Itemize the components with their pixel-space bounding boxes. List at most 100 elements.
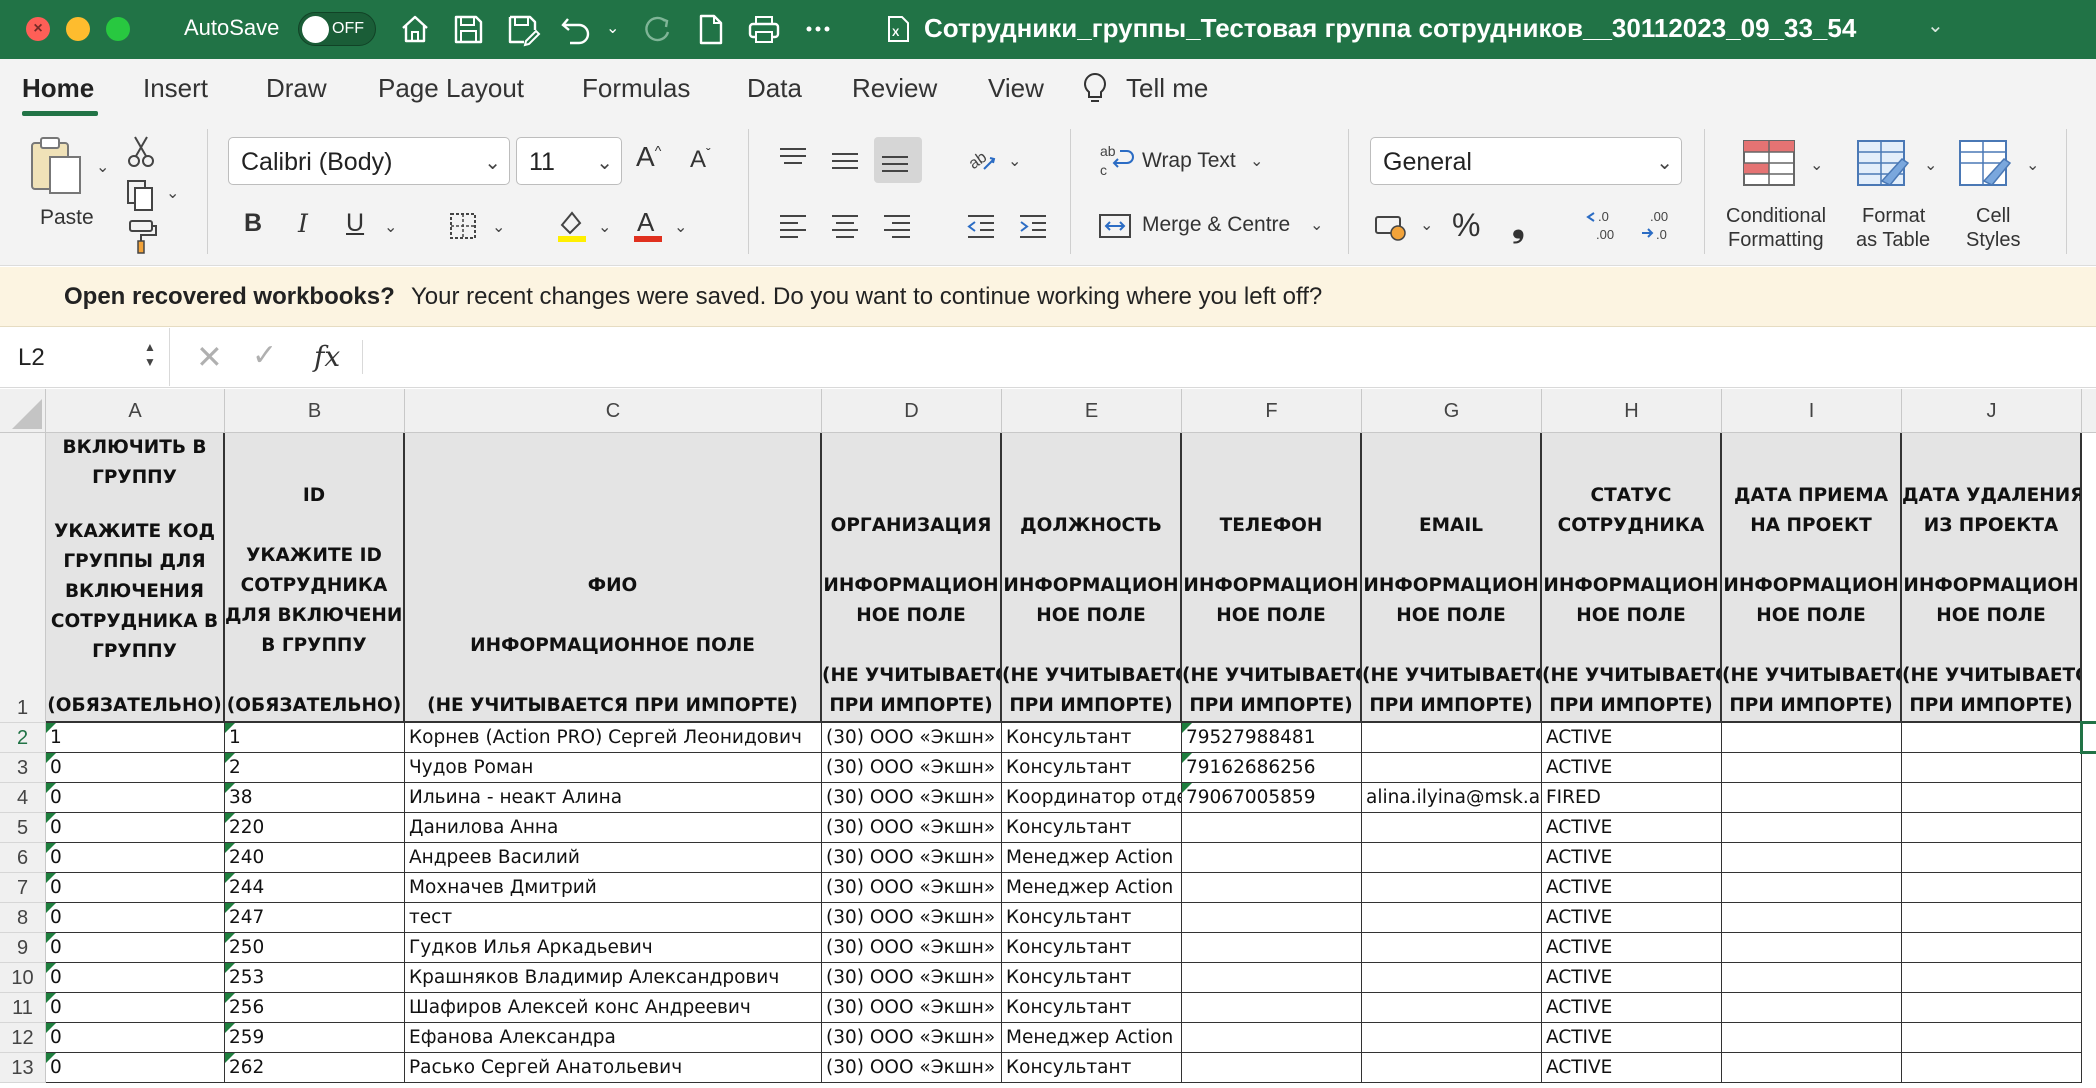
orientation-icon[interactable]: ab: [960, 139, 1002, 181]
cell-d12[interactable]: (30) ООО «Экшн»: [822, 1023, 1002, 1053]
cell-d3[interactable]: (30) ООО «Экшн»: [822, 753, 1002, 783]
tab-insert[interactable]: Insert: [143, 73, 208, 104]
save-as-icon[interactable]: [502, 10, 542, 48]
increase-decimal-icon[interactable]: .0.00: [1582, 205, 1624, 247]
close-window-button[interactable]: ×: [26, 17, 50, 41]
cell-e6[interactable]: Менеджер Action: [1002, 843, 1182, 873]
cell-c12[interactable]: Ефанова Александра: [405, 1023, 822, 1053]
fill-color-icon[interactable]: [550, 203, 592, 245]
paste-icon[interactable]: [26, 135, 90, 197]
format-as-table-label-2[interactable]: as Table: [1856, 229, 1930, 252]
cell-j10[interactable]: [1902, 963, 2082, 993]
tab-home[interactable]: Home: [22, 73, 94, 104]
header-cell-g[interactable]: EMAIL ИНФОРМАЦИОН НОЕ ПОЛЕ (НЕ УЧИТЫВАЕТСЯ П…: [1362, 433, 1542, 723]
header-cell-c[interactable]: ФИО ИНФОРМАЦИОННОЕ ПОЛЕ (НЕ УЧИТЫВАЕТСЯ ПР…: [405, 433, 822, 723]
cell-g7[interactable]: [1362, 873, 1542, 903]
cell-a3[interactable]: 0: [46, 753, 225, 783]
cell-g3[interactable]: [1362, 753, 1542, 783]
cell-f13[interactable]: [1182, 1053, 1362, 1083]
cell-c6[interactable]: Андреев Василий: [405, 843, 822, 873]
cell-g12[interactable]: [1362, 1023, 1542, 1053]
italic-button[interactable]: I: [298, 209, 308, 238]
autosave-toggle[interactable]: OFF: [298, 12, 376, 46]
cell-c8[interactable]: тест: [405, 903, 822, 933]
cell-b7[interactable]: 244: [225, 873, 405, 903]
cell-e10[interactable]: Консультант: [1002, 963, 1182, 993]
cell-g13[interactable]: [1362, 1053, 1542, 1083]
undo-chevron-down-icon[interactable]: ⌄: [606, 18, 619, 38]
orientation-chevron-down-icon[interactable]: ⌄: [1008, 151, 1021, 171]
header-cell-f[interactable]: ТЕЛЕФОН ИНФОРМАЦИОН НОЕ ПОЛЕ (НЕ УЧИТЫВАЕТС…: [1182, 433, 1362, 723]
home-icon[interactable]: [395, 10, 435, 48]
conditional-formatting-icon[interactable]: [1740, 137, 1798, 189]
print-icon[interactable]: [744, 10, 784, 48]
wrap-text-button[interactable]: Wrap Text: [1142, 149, 1236, 173]
document-title[interactable]: Сотрудники_группы_Тестовая группа сотруд…: [924, 13, 1856, 44]
paste-chevron-down-icon[interactable]: ⌄: [96, 157, 109, 177]
tab-view[interactable]: View: [988, 73, 1044, 104]
cell-g2[interactable]: [1362, 723, 1542, 753]
cell-f12[interactable]: [1182, 1023, 1362, 1053]
select-all-corner[interactable]: [0, 389, 46, 433]
header-cell-b[interactable]: ID УКАЖИТЕ ID СОТРУДНИКА ДЛЯ ВКЛЮЧЕНИЯ В ГРУ…: [225, 433, 405, 723]
cell-h6[interactable]: ACTIVE: [1542, 843, 1722, 873]
header-cell-e[interactable]: ДОЛЖНОСТЬ ИНФОРМАЦИОН НОЕ ПОЛЕ (НЕ УЧИТЫВАЕ…: [1002, 433, 1182, 723]
cell-d6[interactable]: (30) ООО «Экшн»: [822, 843, 1002, 873]
align-top-icon[interactable]: [772, 139, 814, 181]
cell-g10[interactable]: [1362, 963, 1542, 993]
cell-a7[interactable]: 0: [46, 873, 225, 903]
cell-h8[interactable]: ACTIVE: [1542, 903, 1722, 933]
column-header-j[interactable]: J: [1902, 389, 2082, 433]
cell-i4[interactable]: [1722, 783, 1902, 813]
cell-a11[interactable]: 0: [46, 993, 225, 1023]
redo-icon[interactable]: [637, 10, 677, 48]
tab-tell-me[interactable]: Tell me: [1126, 73, 1208, 104]
cell-g8[interactable]: [1362, 903, 1542, 933]
cell-b12[interactable]: 259: [225, 1023, 405, 1053]
cell-e12[interactable]: Менеджер Action: [1002, 1023, 1182, 1053]
decrease-font-size-icon[interactable]: Aˇ: [690, 145, 711, 174]
cell-j2[interactable]: [1902, 723, 2082, 753]
merge-centre-icon[interactable]: [1094, 205, 1136, 247]
cell-h13[interactable]: ACTIVE: [1542, 1053, 1722, 1083]
cell-h7[interactable]: ACTIVE: [1542, 873, 1722, 903]
row-header-10[interactable]: 10: [0, 963, 46, 993]
header-cell-h[interactable]: СТАТУС СОТРУДНИКА ИНФОРМАЦИОН НОЕ ПОЛЕ (НЕ У…: [1542, 433, 1722, 723]
increase-font-size-icon[interactable]: A^: [636, 141, 661, 173]
cell-a12[interactable]: 0: [46, 1023, 225, 1053]
conditional-formatting-label-2[interactable]: Formatting: [1728, 229, 1824, 252]
confirm-entry-icon[interactable]: ✓: [252, 338, 277, 373]
cell-a13[interactable]: 0: [46, 1053, 225, 1083]
row-header-2[interactable]: 2: [0, 723, 46, 753]
cell-e9[interactable]: Консультант: [1002, 933, 1182, 963]
font-color-icon[interactable]: A: [626, 203, 668, 245]
wrap-text-icon[interactable]: ab c: [1094, 139, 1136, 181]
row-header-3[interactable]: 3: [0, 753, 46, 783]
cell-d9[interactable]: (30) ООО «Экшн»: [822, 933, 1002, 963]
bold-button[interactable]: B: [244, 209, 262, 238]
cell-i10[interactable]: [1722, 963, 1902, 993]
cell-c3[interactable]: Чудов Роман: [405, 753, 822, 783]
cell-i5[interactable]: [1722, 813, 1902, 843]
cut-icon[interactable]: [120, 131, 162, 173]
insert-function-icon[interactable]: fx: [314, 340, 340, 373]
header-cell-a[interactable]: ВКЛЮЧИТЬ В ГРУППУ УКАЖИТЕ КОД ГРУППЫ ДЛЯ ВКЛ…: [46, 433, 225, 723]
align-bottom-icon[interactable]: [874, 137, 922, 183]
cell-h5[interactable]: ACTIVE: [1542, 813, 1722, 843]
cell-i6[interactable]: [1722, 843, 1902, 873]
cell-f8[interactable]: [1182, 903, 1362, 933]
cell-i11[interactable]: [1722, 993, 1902, 1023]
name-box-stepper-icon[interactable]: ▲ ▼: [144, 340, 156, 370]
column-header-k-partial[interactable]: [2082, 389, 2096, 433]
cell-i9[interactable]: [1722, 933, 1902, 963]
cell-h2[interactable]: ACTIVE: [1542, 723, 1722, 753]
cell-c5[interactable]: Данилова Анна: [405, 813, 822, 843]
cell-a8[interactable]: 0: [46, 903, 225, 933]
cell-d10[interactable]: (30) ООО «Экшн»: [822, 963, 1002, 993]
cell-i2[interactable]: [1722, 723, 1902, 753]
zoom-window-button[interactable]: [106, 17, 130, 41]
copy-icon[interactable]: [120, 175, 162, 217]
underline-button[interactable]: U: [346, 209, 364, 238]
cell-e3[interactable]: Консультант: [1002, 753, 1182, 783]
row-header-4[interactable]: 4: [0, 783, 46, 813]
